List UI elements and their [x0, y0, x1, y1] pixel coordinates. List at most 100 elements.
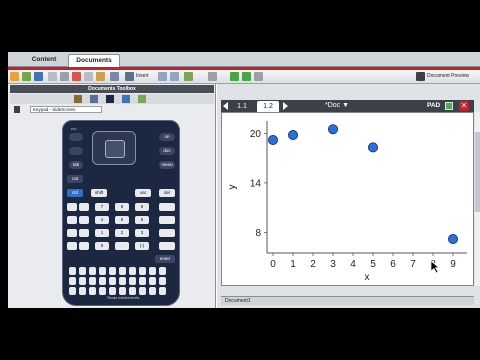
- letter-key-n[interactable]: [99, 277, 106, 285]
- document-title[interactable]: *Doc ▼: [325, 102, 349, 109]
- enter-key[interactable]: enter: [155, 255, 175, 263]
- letter-key-j[interactable]: [159, 267, 166, 275]
- letter-key-y[interactable]: [109, 287, 116, 295]
- insert-label[interactable]: Insert: [136, 73, 149, 79]
- tools-icon[interactable]: [74, 95, 82, 103]
- digit-5-key[interactable]: 5: [115, 216, 129, 224]
- tab-content[interactable]: Content: [22, 54, 66, 67]
- prev-page-icon[interactable]: [223, 102, 228, 110]
- letter-key-x[interactable]: [99, 287, 106, 295]
- letter-key-t[interactable]: [159, 277, 166, 285]
- letter-key-f[interactable]: [119, 267, 126, 275]
- properties-icon[interactable]: [60, 72, 69, 81]
- negative-key[interactable]: (-): [135, 242, 149, 250]
- digit-6-key[interactable]: 6: [135, 216, 149, 224]
- on-key[interactable]: on: [159, 133, 175, 141]
- document-tab-status[interactable]: Document1: [225, 298, 251, 304]
- letter-key-g[interactable]: [129, 267, 136, 275]
- variables-icon[interactable]: [90, 95, 98, 103]
- exp-key[interactable]: [67, 229, 77, 237]
- insert-icon[interactable]: [125, 72, 134, 81]
- scratchpad-key[interactable]: [69, 147, 83, 155]
- digit-8-key[interactable]: 8: [115, 203, 129, 211]
- letter-key-m[interactable]: [89, 277, 96, 285]
- graph-canvas[interactable]: 012345678981420 x y: [221, 112, 474, 286]
- keypad-select[interactable]: Keypad - SideScreen: [30, 106, 102, 113]
- tab-key[interactable]: tab: [69, 161, 83, 169]
- menu-key[interactable]: menu: [159, 161, 175, 169]
- ten-power-key[interactable]: [79, 229, 89, 237]
- divide-key[interactable]: [159, 216, 175, 224]
- keypad-icon[interactable]: [106, 95, 114, 103]
- letter-key-d[interactable]: [99, 267, 106, 275]
- letter-key-r[interactable]: [139, 277, 146, 285]
- close-icon[interactable]: ✕: [459, 101, 469, 111]
- digit-1-key[interactable]: 1: [95, 229, 109, 237]
- grid-icon[interactable]: [208, 72, 217, 81]
- del-key[interactable]: del: [159, 189, 175, 197]
- comma-key[interactable]: [139, 287, 146, 295]
- letter-key-h[interactable]: [139, 267, 146, 275]
- space-key[interactable]: [129, 287, 136, 295]
- content-explorer-icon[interactable]: [138, 95, 146, 103]
- letter-key-w[interactable]: [89, 287, 96, 295]
- page-sorter-icon[interactable]: [170, 72, 179, 81]
- touchpad[interactable]: [92, 131, 136, 165]
- digit-2-key[interactable]: 2: [115, 229, 129, 237]
- letter-key-v[interactable]: [79, 287, 86, 295]
- zoom-icon[interactable]: [254, 72, 263, 81]
- decimal-key[interactable]: .: [115, 242, 129, 250]
- letter-key-q[interactable]: [129, 277, 136, 285]
- caret-key[interactable]: [67, 216, 77, 224]
- ctrl-key[interactable]: ctrl: [67, 189, 83, 197]
- trig-key[interactable]: [79, 203, 89, 211]
- vertical-scrollbar[interactable]: [475, 112, 480, 286]
- undo-icon[interactable]: [110, 72, 119, 81]
- print-icon[interactable]: [48, 72, 57, 81]
- digit-0-key[interactable]: 0: [95, 242, 109, 250]
- letter-key-e[interactable]: [109, 267, 116, 275]
- tab-documents[interactable]: Documents: [68, 54, 120, 67]
- letter-key-z[interactable]: [119, 287, 126, 295]
- page-layout-icon[interactable]: [158, 72, 167, 81]
- digit-4-key[interactable]: 4: [95, 216, 109, 224]
- punctuation-key[interactable]: [149, 287, 156, 295]
- close-paren-key[interactable]: [79, 242, 89, 250]
- letter-key-p[interactable]: [119, 277, 126, 285]
- equals-key[interactable]: [67, 203, 77, 211]
- next-page-icon[interactable]: [283, 102, 288, 110]
- esc-key[interactable]: [69, 133, 83, 141]
- digit-7-key[interactable]: 7: [95, 203, 109, 211]
- plus-key[interactable]: [159, 229, 175, 237]
- return-key[interactable]: [159, 287, 166, 295]
- letter-key-o[interactable]: [109, 277, 116, 285]
- minus-key[interactable]: [159, 242, 175, 250]
- back-arrow-icon[interactable]: [230, 72, 239, 81]
- paste-icon[interactable]: [96, 72, 105, 81]
- page-tab-1-1[interactable]: 1.1: [231, 101, 253, 112]
- letter-key-l[interactable]: [79, 277, 86, 285]
- page-tab-1-2[interactable]: 1.2: [257, 101, 279, 112]
- letter-key-a[interactable]: [69, 267, 76, 275]
- page-sorter-panel-icon[interactable]: [122, 95, 130, 103]
- open-paren-key[interactable]: [67, 242, 77, 250]
- letter-key-s[interactable]: [149, 277, 156, 285]
- cut-icon[interactable]: [72, 72, 81, 81]
- open-icon[interactable]: [22, 72, 31, 81]
- letter-key-k[interactable]: [69, 277, 76, 285]
- scrollbar-thumb[interactable]: [475, 132, 480, 212]
- touchpad-center[interactable]: [105, 140, 125, 158]
- letter-key-b[interactable]: [79, 267, 86, 275]
- shift-key[interactable]: shift: [91, 189, 107, 197]
- new-doc-icon[interactable]: [10, 72, 19, 81]
- copy-icon[interactable]: [84, 72, 93, 81]
- square-key[interactable]: [79, 216, 89, 224]
- digit-9-key[interactable]: 9: [135, 203, 149, 211]
- letter-key-u[interactable]: [69, 287, 76, 295]
- letter-key-c[interactable]: [89, 267, 96, 275]
- document-preview-label[interactable]: Document Preview: [427, 73, 469, 79]
- forward-arrow-icon[interactable]: [242, 72, 251, 81]
- doc-key[interactable]: doc: [159, 147, 175, 155]
- multiply-key[interactable]: [159, 203, 175, 211]
- digit-3-key[interactable]: 3: [135, 229, 149, 237]
